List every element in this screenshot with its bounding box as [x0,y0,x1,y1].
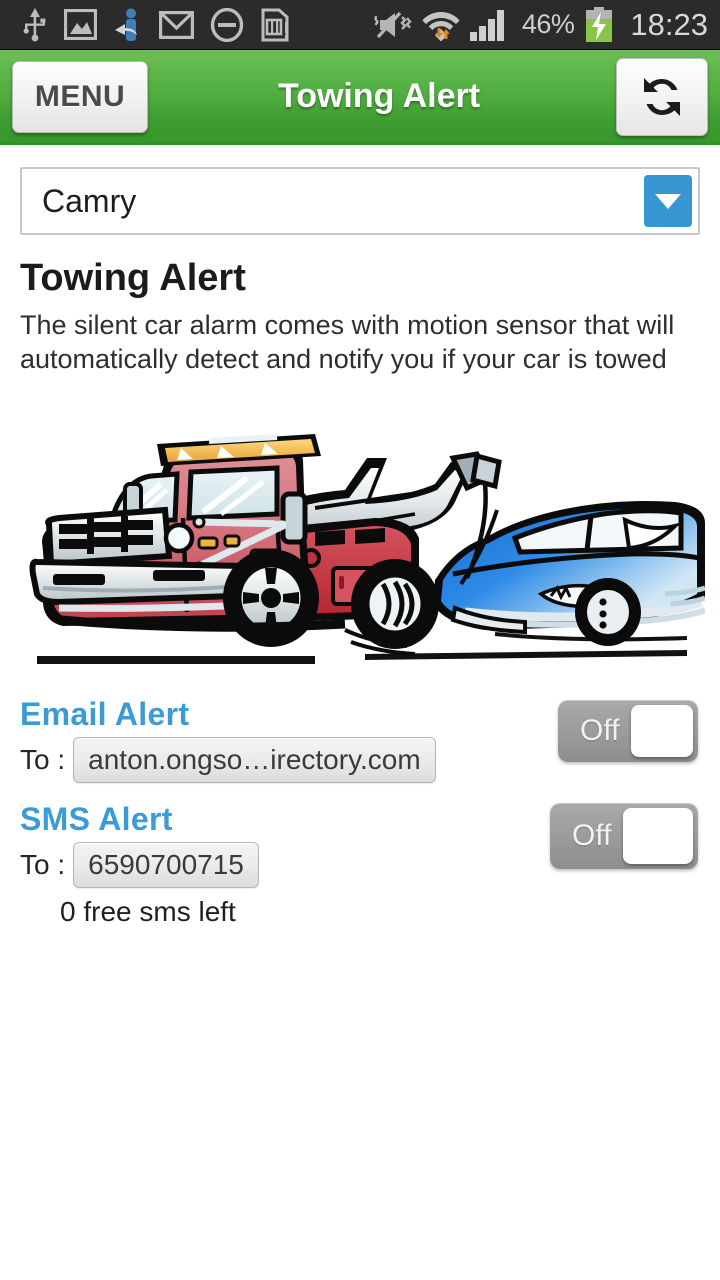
sms-to-label: To : [20,849,66,881]
gmail-icon [159,10,194,39]
refresh-icon [644,77,680,116]
clock-label: 18:23 [630,6,708,42]
do-not-disturb-icon [210,7,244,42]
sms-alert-section: SMS Alert To : 6590700715 0 free sms lef… [0,801,720,928]
email-alert-toggle[interactable]: Off [558,700,698,763]
page-title: Towing Alert [277,77,481,115]
email-toggle-knob[interactable] [631,705,693,758]
email-alert-section: Email Alert To : anton.ongso…irectory.co… [0,696,720,784]
menu-button[interactable]: MENU [12,60,148,133]
sms-toggle-label: Off [572,819,612,853]
email-to-label: To : [20,744,66,776]
status-bar-right-icons: 46% 18:23 [374,6,720,43]
section-description: The silent car alarm comes with motion s… [20,310,675,375]
section-heading: Towing Alert [20,257,246,299]
sms-credit-note: 0 free sms left [60,896,236,928]
status-bar: 46% 18:23 [0,0,720,50]
chevron-down-icon[interactable] [644,175,692,227]
sms-number-field[interactable]: 6590700715 [73,842,259,889]
person-share-icon [115,7,137,41]
tow-truck-illustration [29,434,705,670]
vehicle-select-value: Camry [42,182,137,219]
menu-button-label: MENU [34,79,126,113]
content-area: Camry Towing Alert The silent car alarm … [0,147,720,928]
sd-card-icon [261,8,289,41]
action-bar: MENU Towing Alert [0,50,720,145]
signal-bars-icon [469,9,504,41]
email-address-field[interactable]: anton.ongso…irectory.com [73,737,436,784]
battery-percent-label: 46% [521,9,575,39]
mute-vibrate-icon [374,11,412,38]
wifi-icon [422,11,460,41]
sms-toggle-knob[interactable] [623,808,693,865]
battery-charging-icon [586,6,613,42]
usb-icon [23,7,46,41]
image-icon [64,9,97,40]
refresh-button[interactable] [616,57,708,136]
vehicle-select[interactable]: Camry [20,167,700,235]
status-bar-left-icons [0,7,374,42]
email-toggle-label: Off [580,714,620,748]
sms-alert-toggle[interactable]: Off [550,803,698,870]
